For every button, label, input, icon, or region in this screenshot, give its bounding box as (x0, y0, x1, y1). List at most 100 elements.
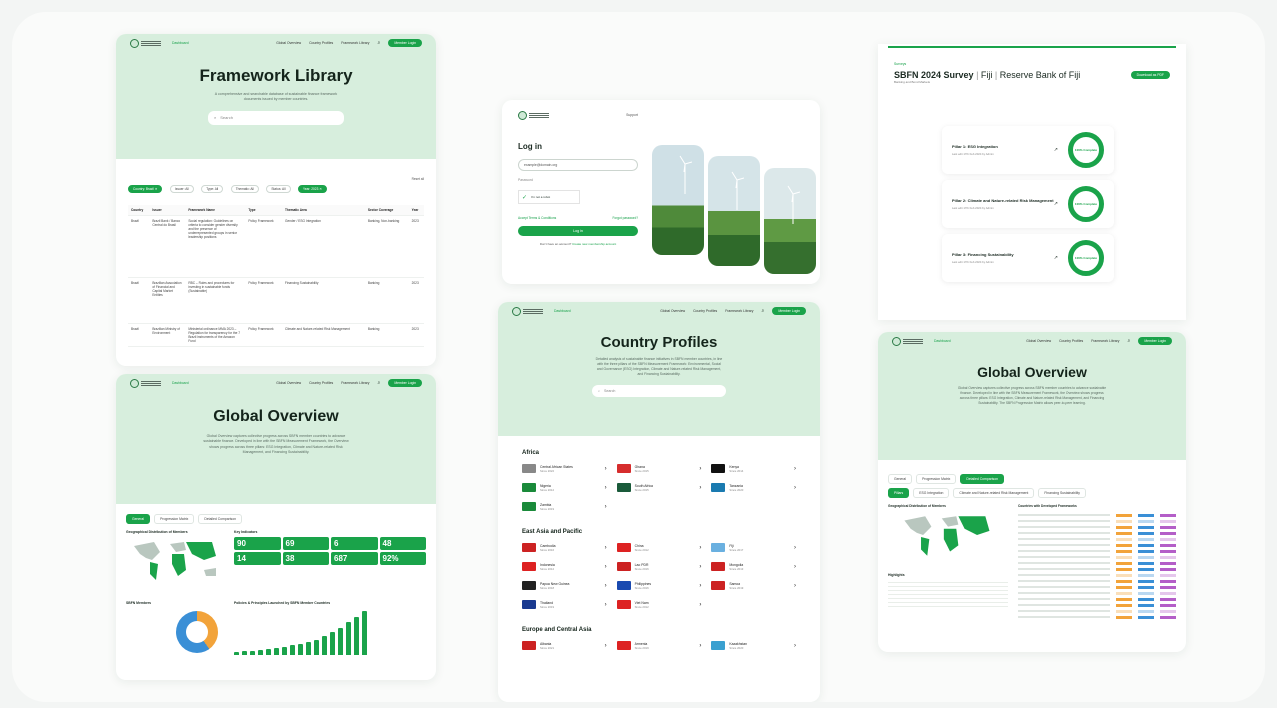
sbfn-logo[interactable] (130, 378, 164, 388)
country-card[interactable]: Kenya Since 2014 › (711, 464, 796, 473)
country-card[interactable]: Indonesia Since 2012 › (522, 562, 607, 571)
pillar-card[interactable]: Pillar 1: ESG Integration Last edit 17th … (942, 126, 1114, 174)
country-card[interactable]: Cambodia Since 2016 › (522, 543, 607, 552)
cell-name-link[interactable]: RBC – Rules and procedures for investing… (185, 277, 246, 324)
table-row[interactable]: Brazil Brazilian Ministry of Environment… (128, 323, 424, 347)
country-card[interactable]: Ghana Since 2015 › (616, 464, 701, 473)
tab-detailed-comparison[interactable]: Detailed Comparison (198, 514, 243, 524)
tab-progression-matrix[interactable]: Progression Matrix (154, 514, 195, 524)
country-card[interactable]: Albania Since 2021 › (522, 641, 607, 650)
member-login-button[interactable]: Member Login (1138, 337, 1172, 345)
col-year[interactable]: Year (408, 205, 424, 216)
country-card[interactable]: Philippines Since 2016 › (616, 581, 701, 590)
filter-bar: Country: Brazil ✕ Issuer: All Type: All … (116, 159, 436, 195)
country-card[interactable]: Tanzania Since 2020 › (711, 483, 796, 492)
tab-general[interactable]: General (126, 514, 151, 524)
country-card[interactable]: Zambia Since 2019 › (522, 502, 607, 511)
nav-framework-library[interactable]: Framework Library (725, 309, 753, 313)
password-field[interactable]: Password (518, 178, 638, 182)
country-card[interactable]: China Since 2012 › (616, 543, 701, 552)
login-button[interactable]: Log in (518, 226, 638, 236)
email-field[interactable]: example@domain.org (518, 159, 638, 171)
country-card[interactable]: Armenia Since 2019 › (616, 641, 701, 650)
col-sector[interactable]: Sector Coverage (364, 205, 409, 216)
nav-country-profiles[interactable]: Country Profiles (309, 41, 333, 45)
table-row[interactable]: Brazil Brazil Bank / Banco Central do Br… (128, 215, 424, 278)
pillar-tab[interactable]: Financing Sustainability (1038, 488, 1086, 498)
filter-thematic[interactable]: Thematic: All (230, 185, 259, 193)
member-login-button[interactable]: Member Login (772, 307, 806, 315)
nav-dashboard[interactable]: Dashboard (172, 41, 189, 45)
pillar-card[interactable]: Pillar 2: Climate and Nature-related Ris… (942, 180, 1114, 228)
surveys-breadcrumb[interactable]: Surveys (894, 62, 1170, 66)
pillar-tab[interactable]: ESG Integration (913, 488, 950, 498)
col-type[interactable]: Type (245, 205, 282, 216)
country-card[interactable]: Kazakhstan Since 2020 › (711, 641, 796, 650)
search-icon[interactable]: ⌕ (762, 308, 765, 314)
member-login-button[interactable]: Member Login (388, 39, 422, 47)
nav-framework-library[interactable]: Framework Library (341, 381, 369, 385)
search-input[interactable]: ⌕ Search (592, 385, 726, 398)
col-name[interactable]: Framework Name (185, 205, 246, 216)
tab-detailed-comparison[interactable]: Detailed Comparison (960, 474, 1005, 484)
country-card[interactable]: Lao PDR Since 2016 › (616, 562, 701, 571)
member-login-button[interactable]: Member Login (388, 379, 422, 387)
tab-general[interactable]: General (888, 474, 913, 484)
nav-country-profiles[interactable]: Country Profiles (309, 381, 333, 385)
search-icon[interactable]: ⌕ (1128, 338, 1131, 344)
filter-issuer[interactable]: Issuer: All (169, 185, 194, 193)
col-country[interactable]: Country (128, 205, 150, 216)
nav-global-overview[interactable]: Global Overview (660, 309, 685, 313)
tab-progression-matrix[interactable]: Progression Matrix (916, 474, 957, 484)
search-input[interactable]: ⌕ Search (208, 110, 344, 125)
country-card[interactable]: Thailand Since 2019 › (522, 600, 607, 609)
cell-name-link[interactable]: Ministerial ordinance MMA 2023 – Regulat… (185, 323, 246, 347)
country-card[interactable]: Viet Nam Since 2012 › (616, 600, 701, 609)
pillar-tab[interactable]: Climate and Nature-related Risk Manageme… (953, 488, 1035, 498)
nav-country-profiles[interactable]: Country Profiles (693, 309, 717, 313)
sbfn-logo[interactable] (518, 110, 552, 120)
country-card[interactable]: Samoa Since 2019 › (711, 581, 796, 590)
create-account-link[interactable]: Create new membership account (572, 242, 616, 246)
nav-global-overview[interactable]: Global Overview (1026, 339, 1051, 343)
table-row[interactable]: Brazil Brazilian Association of Financia… (128, 277, 424, 324)
nav-global-overview[interactable]: Global Overview (276, 381, 301, 385)
country-card[interactable]: Central African States Since 2022 › (522, 464, 607, 473)
sbfn-logo[interactable] (892, 336, 926, 346)
country-card[interactable]: Papua New Guinea Since 2018 › (522, 581, 607, 590)
sbfn-logo[interactable] (512, 306, 546, 316)
col-thematic[interactable]: Thematic Area (281, 205, 365, 216)
accept-terms-link[interactable]: Accept Terms & Conditions (518, 216, 556, 220)
country-card[interactable]: Fiji Since 2017 › (711, 543, 796, 552)
search-icon[interactable]: ⌕ (378, 380, 381, 386)
nav-dashboard[interactable]: Dashboard (554, 309, 571, 313)
search-icon[interactable]: ⌕ (378, 40, 381, 46)
country-card[interactable]: Nigeria Since 2012 › (522, 483, 607, 492)
pillar-tab[interactable]: Pillars (888, 488, 910, 498)
recaptcha[interactable]: ✓ I'm not a robot (518, 190, 580, 204)
forgot-password-link[interactable]: Forgot password? (612, 216, 638, 220)
pillar-card[interactable]: Pillar 3: Financing Sustainability Last e… (942, 234, 1114, 282)
expand-icon[interactable]: ↗ (1054, 201, 1058, 207)
country-card[interactable]: South Africa Since 2015 › (616, 483, 701, 492)
nav-country-profiles[interactable]: Country Profiles (1059, 339, 1083, 343)
filter-country[interactable]: Country: Brazil ✕ (128, 185, 163, 193)
country-card[interactable]: Mongolia Since 2013 › (711, 562, 796, 571)
col-issuer[interactable]: Issuer (149, 205, 186, 216)
expand-icon[interactable]: ↗ (1054, 147, 1058, 153)
sbfn-logo[interactable] (130, 38, 164, 48)
nav-dashboard[interactable]: Dashboard (934, 339, 951, 343)
support-link[interactable]: Support (626, 113, 638, 117)
cell-name-link[interactable]: Social regulation: Guidelines on criteri… (185, 215, 246, 278)
filter-type[interactable]: Type: All (201, 185, 224, 193)
nav-framework-library[interactable]: Framework Library (341, 41, 369, 45)
nav-framework-library[interactable]: Framework Library (1091, 339, 1119, 343)
filter-status[interactable]: Status: All (266, 185, 291, 193)
reset-all-link[interactable]: Reset all (412, 177, 424, 181)
expand-icon[interactable]: ↗ (1054, 255, 1058, 261)
table-row[interactable] (1018, 614, 1176, 620)
nav-global-overview[interactable]: Global Overview (276, 41, 301, 45)
download-pdf-button[interactable]: Download as PDF (1130, 71, 1170, 79)
nav-dashboard[interactable]: Dashboard (172, 381, 189, 385)
filter-year[interactable]: Year: 2023 ✕ (298, 185, 327, 193)
